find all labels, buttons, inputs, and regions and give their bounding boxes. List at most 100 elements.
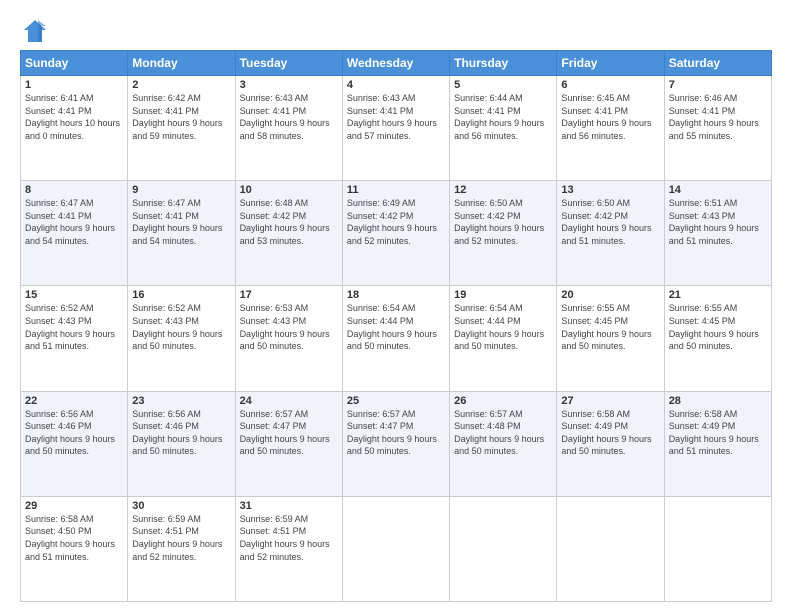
calendar-header-cell: Thursday	[450, 51, 557, 76]
day-number: 25	[347, 395, 445, 407]
calendar-body: 1 Sunrise: 6:41 AM Sunset: 4:41 PM Dayli…	[21, 76, 772, 602]
day-info: Sunrise: 6:45 AM Sunset: 4:41 PM Dayligh…	[561, 92, 659, 142]
day-number: 4	[347, 79, 445, 91]
day-number: 20	[561, 289, 659, 301]
calendar-cell: 25 Sunrise: 6:57 AM Sunset: 4:47 PM Dayl…	[342, 391, 449, 496]
day-number: 6	[561, 79, 659, 91]
calendar-cell: 9 Sunrise: 6:47 AM Sunset: 4:41 PM Dayli…	[128, 181, 235, 286]
calendar-week-row: 29 Sunrise: 6:58 AM Sunset: 4:50 PM Dayl…	[21, 496, 772, 601]
day-number: 15	[25, 289, 123, 301]
day-info: Sunrise: 6:53 AM Sunset: 4:43 PM Dayligh…	[240, 302, 338, 352]
calendar-cell: 17 Sunrise: 6:53 AM Sunset: 4:43 PM Dayl…	[235, 286, 342, 391]
calendar-table: SundayMondayTuesdayWednesdayThursdayFrid…	[20, 50, 772, 602]
header	[20, 16, 772, 46]
day-number: 23	[132, 395, 230, 407]
calendar-cell: 7 Sunrise: 6:46 AM Sunset: 4:41 PM Dayli…	[664, 76, 771, 181]
day-info: Sunrise: 6:59 AM Sunset: 4:51 PM Dayligh…	[132, 513, 230, 563]
calendar-cell: 31 Sunrise: 6:59 AM Sunset: 4:51 PM Dayl…	[235, 496, 342, 601]
day-number: 7	[669, 79, 767, 91]
calendar-header-cell: Monday	[128, 51, 235, 76]
day-number: 19	[454, 289, 552, 301]
day-number: 21	[669, 289, 767, 301]
calendar-cell: 8 Sunrise: 6:47 AM Sunset: 4:41 PM Dayli…	[21, 181, 128, 286]
calendar-cell: 15 Sunrise: 6:52 AM Sunset: 4:43 PM Dayl…	[21, 286, 128, 391]
day-info: Sunrise: 6:47 AM Sunset: 4:41 PM Dayligh…	[25, 197, 123, 247]
calendar-cell: 4 Sunrise: 6:43 AM Sunset: 4:41 PM Dayli…	[342, 76, 449, 181]
day-number: 30	[132, 500, 230, 512]
day-info: Sunrise: 6:48 AM Sunset: 4:42 PM Dayligh…	[240, 197, 338, 247]
calendar-cell: 28 Sunrise: 6:58 AM Sunset: 4:49 PM Dayl…	[664, 391, 771, 496]
day-info: Sunrise: 6:57 AM Sunset: 4:47 PM Dayligh…	[240, 408, 338, 458]
day-number: 16	[132, 289, 230, 301]
day-number: 5	[454, 79, 552, 91]
day-info: Sunrise: 6:50 AM Sunset: 4:42 PM Dayligh…	[454, 197, 552, 247]
day-number: 28	[669, 395, 767, 407]
day-info: Sunrise: 6:52 AM Sunset: 4:43 PM Dayligh…	[132, 302, 230, 352]
day-number: 24	[240, 395, 338, 407]
calendar-cell	[664, 496, 771, 601]
calendar-cell: 27 Sunrise: 6:58 AM Sunset: 4:49 PM Dayl…	[557, 391, 664, 496]
day-info: Sunrise: 6:52 AM Sunset: 4:43 PM Dayligh…	[25, 302, 123, 352]
day-info: Sunrise: 6:57 AM Sunset: 4:47 PM Dayligh…	[347, 408, 445, 458]
day-info: Sunrise: 6:56 AM Sunset: 4:46 PM Dayligh…	[132, 408, 230, 458]
day-number: 12	[454, 184, 552, 196]
calendar-header-cell: Wednesday	[342, 51, 449, 76]
calendar-cell: 12 Sunrise: 6:50 AM Sunset: 4:42 PM Dayl…	[450, 181, 557, 286]
calendar-week-row: 8 Sunrise: 6:47 AM Sunset: 4:41 PM Dayli…	[21, 181, 772, 286]
calendar-cell: 16 Sunrise: 6:52 AM Sunset: 4:43 PM Dayl…	[128, 286, 235, 391]
calendar-header-cell: Tuesday	[235, 51, 342, 76]
calendar-cell: 23 Sunrise: 6:56 AM Sunset: 4:46 PM Dayl…	[128, 391, 235, 496]
day-number: 13	[561, 184, 659, 196]
calendar-cell: 10 Sunrise: 6:48 AM Sunset: 4:42 PM Dayl…	[235, 181, 342, 286]
calendar-header-row: SundayMondayTuesdayWednesdayThursdayFrid…	[21, 51, 772, 76]
calendar-header-cell: Saturday	[664, 51, 771, 76]
day-number: 1	[25, 79, 123, 91]
day-info: Sunrise: 6:44 AM Sunset: 4:41 PM Dayligh…	[454, 92, 552, 142]
day-info: Sunrise: 6:49 AM Sunset: 4:42 PM Dayligh…	[347, 197, 445, 247]
calendar-week-row: 22 Sunrise: 6:56 AM Sunset: 4:46 PM Dayl…	[21, 391, 772, 496]
calendar-cell: 5 Sunrise: 6:44 AM Sunset: 4:41 PM Dayli…	[450, 76, 557, 181]
calendar-cell: 30 Sunrise: 6:59 AM Sunset: 4:51 PM Dayl…	[128, 496, 235, 601]
day-number: 31	[240, 500, 338, 512]
day-info: Sunrise: 6:51 AM Sunset: 4:43 PM Dayligh…	[669, 197, 767, 247]
logo-icon	[20, 16, 50, 46]
calendar-cell: 24 Sunrise: 6:57 AM Sunset: 4:47 PM Dayl…	[235, 391, 342, 496]
day-number: 27	[561, 395, 659, 407]
day-number: 9	[132, 184, 230, 196]
day-number: 8	[25, 184, 123, 196]
logo	[20, 16, 54, 46]
calendar-cell: 18 Sunrise: 6:54 AM Sunset: 4:44 PM Dayl…	[342, 286, 449, 391]
calendar-cell	[557, 496, 664, 601]
day-info: Sunrise: 6:46 AM Sunset: 4:41 PM Dayligh…	[669, 92, 767, 142]
day-info: Sunrise: 6:55 AM Sunset: 4:45 PM Dayligh…	[561, 302, 659, 352]
day-info: Sunrise: 6:58 AM Sunset: 4:49 PM Dayligh…	[669, 408, 767, 458]
day-number: 14	[669, 184, 767, 196]
calendar-cell: 26 Sunrise: 6:57 AM Sunset: 4:48 PM Dayl…	[450, 391, 557, 496]
calendar-header-cell: Sunday	[21, 51, 128, 76]
calendar-cell: 3 Sunrise: 6:43 AM Sunset: 4:41 PM Dayli…	[235, 76, 342, 181]
day-number: 10	[240, 184, 338, 196]
day-info: Sunrise: 6:54 AM Sunset: 4:44 PM Dayligh…	[454, 302, 552, 352]
day-number: 26	[454, 395, 552, 407]
page: SundayMondayTuesdayWednesdayThursdayFrid…	[0, 0, 792, 612]
day-number: 29	[25, 500, 123, 512]
calendar-cell	[450, 496, 557, 601]
calendar-cell: 1 Sunrise: 6:41 AM Sunset: 4:41 PM Dayli…	[21, 76, 128, 181]
calendar-cell: 14 Sunrise: 6:51 AM Sunset: 4:43 PM Dayl…	[664, 181, 771, 286]
calendar-cell: 13 Sunrise: 6:50 AM Sunset: 4:42 PM Dayl…	[557, 181, 664, 286]
day-number: 17	[240, 289, 338, 301]
calendar-cell	[342, 496, 449, 601]
calendar-header-cell: Friday	[557, 51, 664, 76]
day-info: Sunrise: 6:54 AM Sunset: 4:44 PM Dayligh…	[347, 302, 445, 352]
calendar-cell: 21 Sunrise: 6:55 AM Sunset: 4:45 PM Dayl…	[664, 286, 771, 391]
calendar-cell: 22 Sunrise: 6:56 AM Sunset: 4:46 PM Dayl…	[21, 391, 128, 496]
calendar-cell: 2 Sunrise: 6:42 AM Sunset: 4:41 PM Dayli…	[128, 76, 235, 181]
day-info: Sunrise: 6:55 AM Sunset: 4:45 PM Dayligh…	[669, 302, 767, 352]
calendar-week-row: 1 Sunrise: 6:41 AM Sunset: 4:41 PM Dayli…	[21, 76, 772, 181]
day-info: Sunrise: 6:43 AM Sunset: 4:41 PM Dayligh…	[347, 92, 445, 142]
day-number: 3	[240, 79, 338, 91]
day-info: Sunrise: 6:57 AM Sunset: 4:48 PM Dayligh…	[454, 408, 552, 458]
day-number: 2	[132, 79, 230, 91]
calendar-cell: 6 Sunrise: 6:45 AM Sunset: 4:41 PM Dayli…	[557, 76, 664, 181]
calendar-week-row: 15 Sunrise: 6:52 AM Sunset: 4:43 PM Dayl…	[21, 286, 772, 391]
